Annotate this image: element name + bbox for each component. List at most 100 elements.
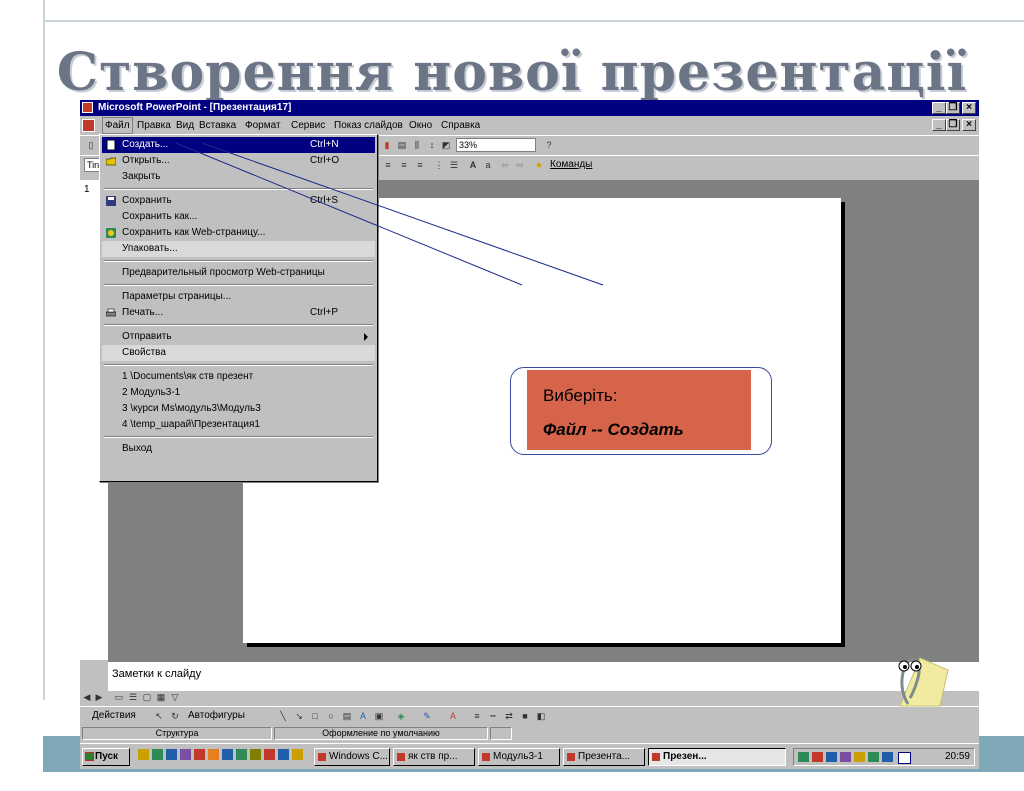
restore-icon[interactable]: ❐ bbox=[946, 102, 960, 114]
line-color-icon[interactable]: ✎ bbox=[420, 709, 434, 723]
menu-insert[interactable]: Вставка bbox=[199, 117, 236, 134]
commands-menu[interactable]: Команды bbox=[550, 159, 592, 170]
align-left-icon[interactable]: ≡ bbox=[381, 158, 395, 172]
textbox-icon[interactable]: ▤ bbox=[340, 709, 354, 723]
slideshow-view-icon[interactable]: ▽ bbox=[168, 691, 182, 703]
close-icon[interactable]: × bbox=[962, 102, 976, 114]
task-module3-1[interactable]: Модуль3-1 bbox=[478, 748, 560, 766]
sorter-view-icon[interactable]: ▦ bbox=[154, 691, 168, 703]
dash-style-icon[interactable]: ┅ bbox=[486, 709, 500, 723]
tray-network-icon[interactable] bbox=[798, 752, 809, 762]
file-menu-properties[interactable]: Свойства bbox=[102, 345, 375, 361]
file-menu-send[interactable]: Отправить bbox=[102, 329, 375, 345]
task-presentation-active[interactable]: Презен... bbox=[648, 748, 786, 766]
quicklaunch-icon-1[interactable] bbox=[138, 749, 149, 760]
task-presentation[interactable]: Презента... bbox=[563, 748, 645, 766]
file-menu-exit[interactable]: Выход bbox=[102, 441, 375, 457]
decrease-font-icon[interactable]: a bbox=[481, 158, 495, 172]
tray-app-icon-2[interactable] bbox=[854, 752, 865, 762]
quicklaunch-icon-10[interactable] bbox=[264, 749, 275, 760]
font-color-icon[interactable]: A bbox=[446, 709, 460, 723]
rotate-icon[interactable]: ↻ bbox=[168, 709, 182, 723]
arrow-style-icon[interactable]: ⇄ bbox=[502, 709, 516, 723]
columns-icon[interactable]: ⫼ bbox=[410, 138, 424, 152]
menu-help[interactable]: Справка bbox=[441, 117, 480, 134]
tray-volume-icon[interactable] bbox=[812, 752, 823, 762]
help-icon[interactable]: ? bbox=[542, 138, 556, 152]
new-doc-icon[interactable]: ▯ bbox=[84, 138, 98, 152]
recent-file-4[interactable]: 4 \temp_шарай\Презентация1 bbox=[102, 417, 375, 433]
rectangle-icon[interactable]: □ bbox=[308, 709, 322, 723]
quicklaunch-icon-12[interactable] bbox=[292, 749, 303, 760]
notes-pane[interactable]: Заметки к слайду bbox=[108, 660, 979, 692]
tray-clock[interactable]: 20:59 bbox=[945, 751, 970, 762]
tray-language-icon[interactable] bbox=[826, 752, 837, 762]
menu-window[interactable]: Окно bbox=[409, 117, 432, 134]
scroll-right-icon[interactable]: ▶ bbox=[92, 691, 106, 703]
quicklaunch-icon-7[interactable] bbox=[222, 749, 233, 760]
menu-format[interactable]: Формат bbox=[245, 117, 281, 134]
line-style-icon[interactable]: ≡ bbox=[470, 709, 484, 723]
table-icon[interactable]: ▤ bbox=[395, 138, 409, 152]
window-titlebar[interactable]: Microsoft PowerPoint - [Презентация17] _… bbox=[80, 100, 979, 116]
chart-icon[interactable]: ▮ bbox=[380, 138, 394, 152]
menu-view[interactable]: Вид bbox=[176, 117, 194, 134]
quicklaunch-icon-11[interactable] bbox=[278, 749, 289, 760]
tray-app-icon-4[interactable] bbox=[882, 752, 893, 762]
wordart-icon[interactable]: A bbox=[356, 709, 370, 723]
shadow-icon[interactable]: ■ bbox=[518, 709, 532, 723]
normal-view-icon[interactable]: ▭ bbox=[112, 691, 126, 703]
grayscale-icon[interactable]: ◩ bbox=[439, 138, 453, 152]
promote-icon[interactable]: ⇦ bbox=[498, 158, 512, 172]
tray-calendar-icon[interactable] bbox=[898, 752, 911, 764]
recent-file-2[interactable]: 2 Модуль3-1 bbox=[102, 385, 375, 401]
quicklaunch-icon-3[interactable] bbox=[166, 749, 177, 760]
animation-icon[interactable]: ★ bbox=[532, 158, 546, 172]
fill-color-icon[interactable]: ◈ bbox=[394, 709, 408, 723]
increase-font-icon[interactable]: A bbox=[466, 158, 480, 172]
numbering-icon[interactable]: ⋮ bbox=[432, 158, 446, 172]
slide-view-icon[interactable]: ▢ bbox=[140, 691, 154, 703]
line-icon[interactable]: ╲ bbox=[276, 709, 290, 723]
task-doc-presentation[interactable]: як ств пр... bbox=[393, 748, 475, 766]
doc-close-icon[interactable]: × bbox=[962, 119, 976, 131]
recent-file-3[interactable]: 3 \курси Ms\модуль3\Модуль3 bbox=[102, 401, 375, 417]
autoshapes-menu[interactable]: Автофигуры bbox=[188, 707, 245, 725]
zoom-combo[interactable]: 33% bbox=[456, 138, 536, 152]
file-menu-save[interactable]: Сохранить Ctrl+S bbox=[102, 193, 375, 209]
menu-slideshow[interactable]: Показ слайдов bbox=[334, 117, 403, 134]
file-menu-print[interactable]: Печать... Ctrl+P bbox=[102, 305, 375, 321]
document-icon[interactable] bbox=[82, 119, 95, 132]
file-menu-save-as-web[interactable]: Сохранить как Web-страницу... bbox=[102, 225, 375, 241]
powerpoint-app-icon[interactable] bbox=[82, 102, 93, 113]
recent-file-1[interactable]: 1 \Documents\як ств презент bbox=[102, 369, 375, 385]
tray-app-icon-3[interactable] bbox=[868, 752, 879, 762]
doc-restore-icon[interactable]: ❐ bbox=[946, 119, 960, 131]
file-menu-pack[interactable]: Упаковать... bbox=[102, 241, 375, 257]
align-right-icon[interactable]: ≡ bbox=[413, 158, 427, 172]
oval-icon[interactable]: ○ bbox=[324, 709, 338, 723]
office-assistant-clippy[interactable] bbox=[880, 648, 950, 708]
menu-file[interactable]: Файл bbox=[102, 117, 133, 134]
file-menu-new[interactable]: Создать... Ctrl+N bbox=[102, 137, 375, 153]
expand-icon[interactable]: ↕ bbox=[425, 138, 439, 152]
quicklaunch-icon-8[interactable] bbox=[236, 749, 247, 760]
arrow-line-icon[interactable]: ↘ bbox=[292, 709, 306, 723]
file-menu-save-as[interactable]: Сохранить как... bbox=[102, 209, 375, 225]
file-menu-close[interactable]: Закрыть bbox=[102, 169, 375, 185]
align-center-icon[interactable]: ≡ bbox=[397, 158, 411, 172]
doc-minimize-icon[interactable]: _ bbox=[932, 119, 946, 131]
file-menu-page-setup[interactable]: Параметры страницы... bbox=[102, 289, 375, 305]
clipart-icon[interactable]: ▣ bbox=[372, 709, 386, 723]
actions-menu[interactable]: Действия bbox=[92, 707, 136, 725]
select-arrow-icon[interactable]: ↖ bbox=[152, 709, 166, 723]
tray-app-icon-1[interactable] bbox=[840, 752, 851, 762]
3d-icon[interactable]: ◧ bbox=[534, 709, 548, 723]
quicklaunch-icon-2[interactable] bbox=[152, 749, 163, 760]
start-button[interactable]: Пуск bbox=[82, 748, 130, 766]
file-menu-open[interactable]: Открыть... Ctrl+O bbox=[102, 153, 375, 169]
quicklaunch-icon-6[interactable] bbox=[208, 749, 219, 760]
outline-view-icon[interactable]: ☰ bbox=[126, 691, 140, 703]
file-menu-web-preview[interactable]: Предварительный просмотр Web-страницы bbox=[102, 265, 375, 281]
demote-icon[interactable]: ⇨ bbox=[513, 158, 527, 172]
